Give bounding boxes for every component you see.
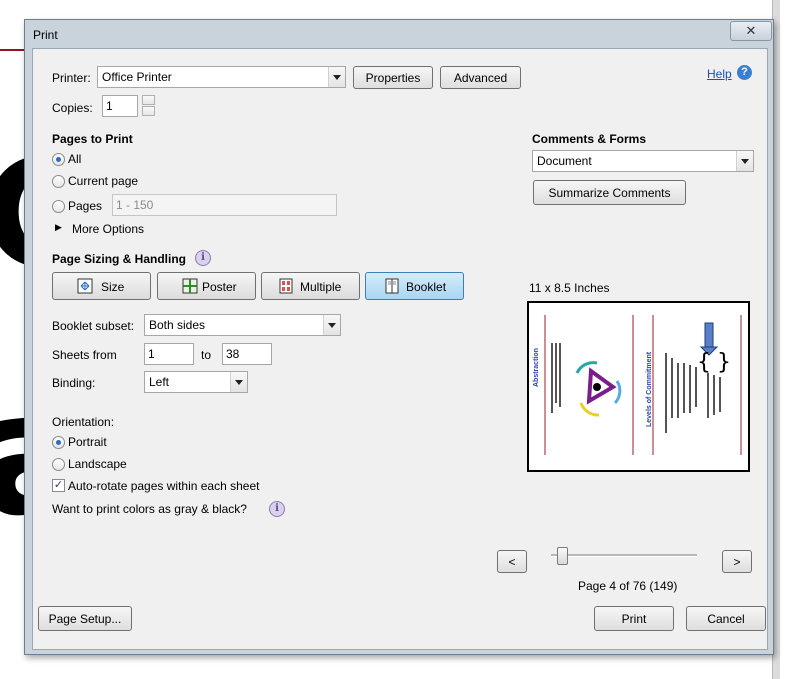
- portrait-label: Portrait: [68, 435, 107, 449]
- advanced-button[interactable]: Advanced: [440, 66, 521, 89]
- dialog-body: Printer: Office Printer Properties Advan…: [32, 48, 768, 650]
- sheets-from-input[interactable]: 1: [144, 343, 194, 365]
- sheets-from-label: Sheets from: [52, 348, 117, 362]
- multiple-pages-icon: [279, 278, 293, 294]
- booklet-button[interactable]: Booklet: [365, 272, 464, 300]
- printer-select-value: Office Printer: [102, 70, 172, 84]
- preview-right-title: Levels of Commitment: [646, 351, 653, 427]
- svg-text:{: {: [697, 350, 711, 375]
- landscape-radio[interactable]: [52, 458, 65, 471]
- chevron-down-icon: [230, 372, 247, 392]
- booklet-button-label: Booklet: [406, 280, 447, 294]
- poster-button-label: Poster: [202, 280, 237, 294]
- chevron-down-icon: [323, 315, 340, 335]
- pages-range-label: Pages: [68, 199, 103, 213]
- gray-info-icon[interactable]: i: [269, 501, 285, 517]
- printer-label: Printer:: [52, 71, 91, 85]
- print-preview: { } Abstraction Levels of Commitment: [527, 301, 750, 472]
- binding-label: Binding:: [52, 376, 96, 390]
- size-button-label: Size: [101, 280, 125, 294]
- portrait-radio[interactable]: [52, 436, 65, 449]
- size-button[interactable]: Size: [52, 272, 151, 300]
- properties-button[interactable]: Properties: [353, 66, 433, 89]
- sizing-info-icon[interactable]: i: [195, 250, 211, 266]
- binding-value: Left: [149, 375, 170, 389]
- pages-to-print-heading: Pages to Print: [52, 132, 133, 146]
- sheets-to-label: to: [201, 348, 212, 362]
- preview-page-graphic: { }: [544, 315, 742, 455]
- autorotate-checkbox[interactable]: ✓: [52, 479, 65, 492]
- page-info: Page 4 of 76 (149): [578, 579, 678, 593]
- landscape-label: Landscape: [68, 457, 127, 471]
- booklet-subset-value: Both sides: [149, 318, 206, 332]
- pages-range-radio[interactable]: [52, 200, 65, 213]
- close-button[interactable]: ✕: [730, 21, 772, 41]
- copies-label: Copies:: [52, 101, 93, 115]
- multiple-button[interactable]: Multiple: [261, 272, 360, 300]
- prev-page-button[interactable]: <: [497, 550, 527, 573]
- autorotate-label: Auto-rotate pages within each sheet: [68, 479, 260, 493]
- summarize-comments-button[interactable]: Summarize Comments: [533, 180, 686, 205]
- size-icon: [77, 278, 93, 294]
- print-dialog: Print ✕ Printer: Office Printer Properti…: [24, 19, 774, 655]
- print-button[interactable]: Print: [594, 606, 674, 631]
- pages-all-radio[interactable]: [52, 153, 65, 166]
- cancel-button[interactable]: Cancel: [686, 606, 766, 631]
- comments-forms-value: Document: [537, 154, 592, 168]
- chevron-down-icon: [328, 67, 345, 87]
- poster-button[interactable]: Poster: [157, 272, 256, 300]
- copies-input[interactable]: 1: [102, 95, 138, 117]
- chevron-down-icon: [736, 151, 753, 171]
- more-options-toggle[interactable]: More Options: [72, 222, 144, 236]
- comments-forms-heading: Comments & Forms: [532, 132, 647, 146]
- booklet-icon: [385, 278, 399, 294]
- multiple-button-label: Multiple: [300, 280, 342, 294]
- pages-range-input[interactable]: 1 - 150: [112, 194, 337, 216]
- binding-select[interactable]: Left: [144, 371, 248, 393]
- poster-icon: [182, 278, 198, 294]
- printer-select[interactable]: Office Printer: [97, 66, 346, 88]
- page-slider-track[interactable]: [551, 554, 697, 557]
- help-icon[interactable]: ?: [737, 65, 752, 80]
- pages-current-label: Current page: [68, 174, 139, 188]
- dialog-title: Print: [33, 28, 58, 42]
- pages-all-label: All: [68, 152, 82, 166]
- title-bar: Print ✕: [25, 20, 773, 48]
- preview-size-label: 11 x 8.5 Inches: [529, 281, 610, 295]
- more-options-arrow-icon[interactable]: ▶: [55, 222, 62, 233]
- next-page-button[interactable]: >: [722, 550, 752, 573]
- page-setup-button[interactable]: Page Setup...: [38, 606, 132, 631]
- page-sizing-heading: Page Sizing & Handling: [52, 252, 187, 266]
- svg-text:}: }: [717, 350, 731, 375]
- preview-left-title: Abstraction: [533, 348, 540, 387]
- page-slider-thumb[interactable]: [557, 547, 568, 565]
- comments-forms-select[interactable]: Document: [532, 150, 754, 172]
- sheets-to-input[interactable]: 38: [222, 343, 272, 365]
- orientation-heading: Orientation:: [52, 415, 115, 429]
- help-link[interactable]: Help: [707, 67, 732, 81]
- copies-increment-button[interactable]: [142, 95, 155, 105]
- close-icon: ✕: [745, 23, 757, 38]
- pages-current-radio[interactable]: [52, 175, 65, 188]
- booklet-subset-select[interactable]: Both sides: [144, 314, 341, 336]
- gray-black-question: Want to print colors as gray & black?: [52, 502, 247, 516]
- booklet-subset-label: Booklet subset:: [52, 319, 135, 333]
- copies-decrement-button[interactable]: [142, 106, 155, 116]
